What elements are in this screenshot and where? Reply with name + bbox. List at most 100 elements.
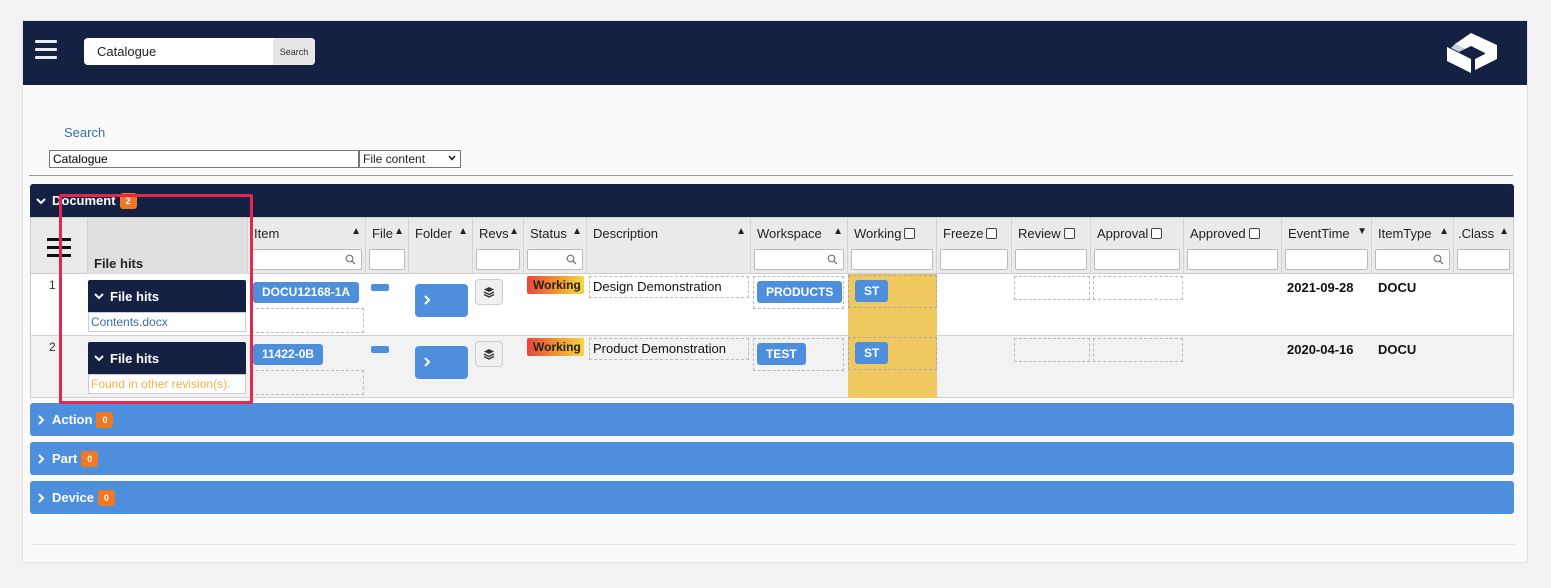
column-label: .Class: [1458, 226, 1495, 241]
description-cell[interactable]: Product Demonstration: [589, 338, 749, 360]
column-header-status[interactable]: Status ▲: [524, 218, 587, 274]
action-section[interactable]: Action 0: [30, 403, 1514, 436]
sort-icon[interactable]: ▲︎: [351, 226, 361, 237]
section-title: Device: [52, 490, 94, 505]
table-row[interactable]: 1 File hits Contents.docx DOCU12168-1A W…: [31, 274, 1513, 336]
sort-icon[interactable]: ▲: [394, 226, 404, 237]
working-checkbox[interactable]: [904, 228, 916, 239]
column-header-review[interactable]: Review: [1012, 218, 1091, 274]
revs-filter-input[interactable]: [476, 249, 520, 270]
part-section[interactable]: Part 0: [30, 442, 1514, 475]
workspace-button[interactable]: PRODUCTS: [757, 281, 843, 303]
top-search-input[interactable]: [84, 38, 273, 65]
main-menu-icon[interactable]: [35, 40, 57, 60]
table-row[interactable]: 2 File hits Found in other revision(s). …: [31, 336, 1513, 398]
file-filter-input[interactable]: [369, 249, 405, 270]
approval-checkbox[interactable]: [1151, 228, 1163, 239]
column-header-revs[interactable]: Revs ▲: [473, 218, 524, 274]
working-state-button[interactable]: ST: [855, 342, 889, 364]
review-checkbox[interactable]: [1063, 228, 1075, 239]
sort-icon[interactable]: ▲: [572, 226, 582, 237]
sort-icon[interactable]: ▲: [833, 226, 843, 237]
revisions-button[interactable]: [475, 341, 503, 367]
query-input[interactable]: [49, 150, 359, 168]
search-mode-select[interactable]: File content: [359, 150, 461, 168]
top-bar: Search: [23, 21, 1527, 85]
item-filter-input[interactable]: [251, 249, 362, 270]
table-header: File hits Item ▲︎ File ▲ Folder ▲ Revs ▲…: [31, 218, 1513, 274]
column-label: File: [372, 226, 393, 241]
column-header-itemtype[interactable]: ItemType ▲: [1372, 218, 1454, 274]
revisions-button[interactable]: [475, 279, 503, 305]
column-header-freeze[interactable]: Freeze: [937, 218, 1012, 274]
count-badge: 0: [97, 489, 115, 506]
sort-icon[interactable]: ▲: [1439, 226, 1449, 237]
column-header-approval[interactable]: Approval: [1091, 218, 1184, 274]
search-link[interactable]: Search: [64, 125, 105, 140]
count-badge: 0: [96, 411, 114, 428]
itemtype-filter-input[interactable]: [1375, 249, 1450, 270]
sort-icon[interactable]: ▲: [736, 226, 746, 237]
section-title: Action: [52, 412, 93, 427]
column-label: Item: [254, 226, 280, 241]
workspace-button[interactable]: TEST: [757, 343, 806, 365]
action-section-header[interactable]: Action 0: [30, 403, 1514, 436]
freeze-checkbox[interactable]: [986, 228, 998, 239]
working-cell: ST: [848, 336, 937, 398]
working-cell: ST: [848, 274, 937, 336]
search-icon: [345, 254, 356, 265]
freeze-filter-input[interactable]: [940, 249, 1008, 270]
file-button[interactable]: [371, 346, 389, 353]
folder-button[interactable]: [415, 284, 468, 317]
column-label: Revs: [479, 226, 509, 241]
column-header-description[interactable]: Description ▲: [587, 218, 751, 274]
sort-icon[interactable]: ▲: [509, 226, 519, 237]
column-header-working[interactable]: Working: [848, 218, 937, 274]
review-filter-input[interactable]: [1015, 249, 1087, 270]
review-cell[interactable]: [1014, 338, 1090, 362]
column-header-approved[interactable]: Approved: [1184, 218, 1282, 274]
working-state-button[interactable]: ST: [855, 280, 889, 302]
column-header-item[interactable]: Item ▲︎: [248, 218, 366, 274]
working-filter-input[interactable]: [851, 249, 933, 270]
folder-button[interactable]: [415, 346, 468, 379]
sort-icon[interactable]: ▲: [1499, 226, 1509, 237]
item-button[interactable]: 11422-0B: [253, 344, 324, 365]
approval-cell[interactable]: [1093, 276, 1183, 300]
column-label: Freeze: [943, 226, 998, 241]
approval-filter-input[interactable]: [1094, 249, 1180, 270]
status-filter-input[interactable]: [527, 249, 583, 270]
file-hits-highlight-annotation: [59, 194, 253, 404]
column-header-class[interactable]: .Class ▲: [1454, 218, 1513, 274]
column-header-folder[interactable]: Folder ▲: [409, 218, 473, 274]
approved-filter-input[interactable]: [1187, 249, 1278, 270]
event-time-cell: 2021-09-28: [1287, 280, 1354, 295]
divider: [29, 175, 1513, 176]
column-header-eventtime[interactable]: EventTime ▼: [1282, 218, 1372, 274]
company-logo-icon: [1447, 33, 1497, 73]
review-cell[interactable]: [1014, 276, 1090, 300]
approval-cell[interactable]: [1093, 338, 1183, 362]
top-search-button[interactable]: Search: [273, 38, 315, 65]
column-label: Workspace: [757, 226, 822, 241]
sort-icon[interactable]: ▲: [458, 226, 468, 237]
item-button[interactable]: DOCU12168-1A: [253, 282, 360, 303]
workspace-cell: PRODUCTS: [753, 276, 844, 309]
sort-desc-icon[interactable]: ▼: [1357, 226, 1367, 237]
workspace-filter-input[interactable]: [754, 249, 844, 270]
row-number: 2: [49, 340, 56, 354]
layers-icon: [483, 287, 495, 298]
column-label: Approved: [1190, 226, 1260, 241]
description-cell[interactable]: Design Demonstration: [589, 276, 749, 298]
device-section-header[interactable]: Device 0: [30, 481, 1514, 514]
column-header-file[interactable]: File ▲: [366, 218, 409, 274]
item-subcell: [251, 370, 364, 395]
approved-checkbox[interactable]: [1248, 228, 1260, 239]
column-header-workspace[interactable]: Workspace ▲: [751, 218, 848, 274]
device-section[interactable]: Device 0: [30, 481, 1514, 514]
item-subcell: [251, 308, 364, 333]
eventtime-filter-input[interactable]: [1285, 249, 1368, 270]
file-button[interactable]: [371, 284, 389, 291]
part-section-header[interactable]: Part 0: [30, 442, 1514, 475]
class-filter-input[interactable]: [1457, 249, 1510, 270]
